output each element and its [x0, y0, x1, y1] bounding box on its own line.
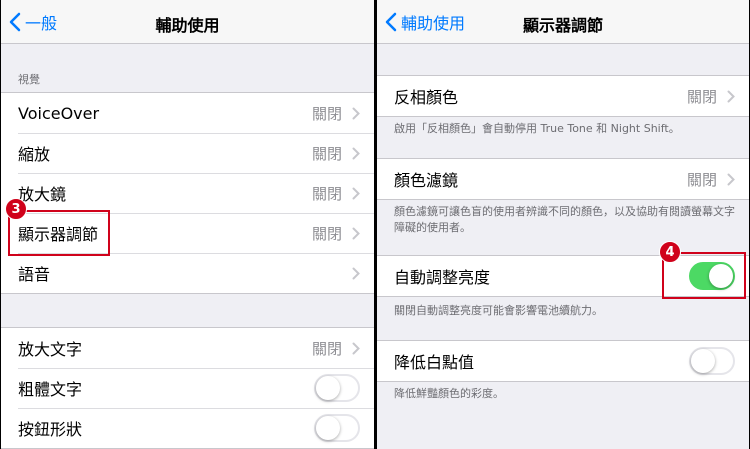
accessibility-panel: 一般 輔助使用 視覺 VoiceOver 關閉 縮放 關閉 放大鏡 關閉 顯示器…	[1, 0, 374, 449]
row-value: 關閉	[311, 144, 342, 163]
row-speech[interactable]: 語音	[1, 253, 374, 293]
white-point-footer: 降低鮮豔顏色的彩度。	[394, 387, 504, 400]
vision-settings-group: VoiceOver 關閉 縮放 關閉 放大鏡 關閉 顯示器調節 關閉 語音	[1, 92, 374, 294]
row-value: 關閉	[686, 87, 717, 106]
invert-colors-group: 反相顏色 關閉	[377, 75, 749, 117]
row-value: 關閉	[311, 339, 342, 358]
white-point-toggle[interactable]	[689, 347, 735, 375]
color-filters-group: 顏色濾鏡 關閉	[377, 158, 749, 200]
bold-text-toggle[interactable]	[314, 374, 360, 402]
row-value: 關閉	[311, 184, 342, 203]
row-label: 自動調整亮度	[394, 268, 491, 287]
auto-brightness-footer: 關閉自動調整亮度可能會影響電池續航力。	[394, 304, 603, 317]
row-button-shapes: 按鈕形狀	[1, 408, 374, 448]
row-invert-colors[interactable]: 反相顏色 關閉	[377, 76, 749, 116]
row-label: 按鈕形狀	[18, 420, 83, 439]
row-label: 語音	[18, 265, 51, 284]
row-label: 放大文字	[18, 340, 83, 359]
row-color-filters[interactable]: 顏色濾鏡 關閉	[377, 159, 749, 199]
row-label: 顏色濾鏡	[394, 171, 459, 190]
chevron-right-icon	[352, 147, 360, 159]
chevron-right-icon	[352, 267, 360, 279]
white-point-group: 降低白點值	[377, 340, 749, 382]
row-magnifier[interactable]: 放大鏡 關閉	[1, 173, 374, 213]
row-label: 縮放	[18, 145, 51, 164]
row-voiceover[interactable]: VoiceOver 關閉	[1, 93, 374, 133]
color-filters-footer: 顏色濾鏡可讓色盲的使用者辨識不同的顏色，以及協助有閱讀螢幕文字障礙的使用者。	[394, 205, 735, 234]
row-zoom[interactable]: 縮放 關閉	[1, 133, 374, 173]
row-value: 關閉	[686, 170, 717, 189]
chevron-right-icon	[352, 107, 360, 119]
row-reduce-white-point: 降低白點值	[377, 341, 749, 381]
section-header-vision: 視覺	[18, 73, 40, 86]
chevron-right-icon	[727, 90, 735, 102]
chevron-right-icon	[352, 187, 360, 199]
row-label: VoiceOver	[18, 103, 100, 123]
chevron-right-icon	[727, 173, 735, 185]
row-label: 反相顏色	[394, 88, 459, 107]
row-value: 關閉	[311, 224, 342, 243]
step-badge-3: 3	[5, 198, 27, 220]
toggle-knob	[691, 349, 715, 373]
row-larger-text[interactable]: 放大文字 關閉	[1, 328, 374, 368]
chevron-right-icon	[352, 342, 360, 354]
toggle-knob	[316, 416, 340, 440]
chevron-right-icon	[352, 227, 360, 239]
row-label: 粗體文字	[18, 380, 83, 399]
display-accommodations-panel: 輔助使用 顯示器調節 反相顏色 關閉 啟用「反相顏色」會自動停用 True To…	[377, 0, 749, 449]
page-title: 輔助使用	[155, 16, 220, 35]
page-title: 顯示器調節	[522, 16, 603, 35]
button-shapes-toggle[interactable]	[314, 414, 360, 442]
row-value: 關閉	[311, 104, 342, 123]
row-label: 降低白點值	[394, 353, 475, 372]
toggle-knob	[316, 376, 340, 400]
nav-bar: 一般 輔助使用	[1, 0, 374, 44]
nav-bar: 輔助使用 顯示器調節	[377, 0, 749, 44]
invert-colors-footer: 啟用「反相顏色」會自動停用 True Tone 和 Night Shift。	[394, 122, 680, 135]
row-label: 放大鏡	[18, 185, 67, 204]
text-settings-group: 放大文字 關閉 粗體文字 按鈕形狀	[1, 327, 374, 449]
step-badge-4: 4	[659, 241, 681, 263]
row-bold-text: 粗體文字	[1, 368, 374, 408]
